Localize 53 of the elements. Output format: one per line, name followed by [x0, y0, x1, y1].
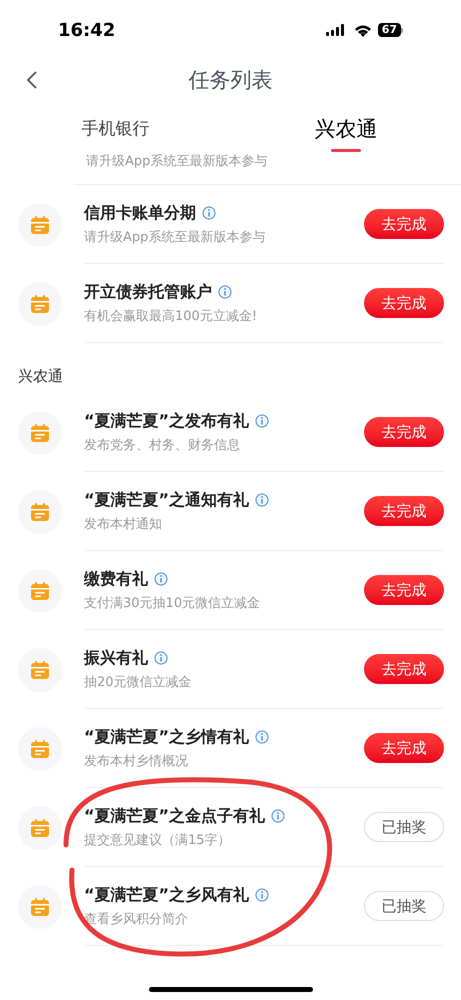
info-icon[interactable]: [271, 808, 286, 823]
task-title: “夏满芒夏”之金点子有礼: [84, 804, 266, 827]
calendar-icon: [30, 738, 50, 758]
task-action-button[interactable]: 去完成: [364, 654, 444, 684]
task-action-button[interactable]: 去完成: [364, 288, 444, 318]
calendar-icon: [30, 896, 50, 916]
task-subtitle: 发布本村通知: [84, 516, 163, 534]
task-subtitle: 发布本村乡情概况: [84, 752, 189, 771]
info-icon[interactable]: [255, 888, 270, 902]
calendar-icon: [30, 818, 50, 838]
calendar-icon: [30, 660, 50, 680]
task-title: “夏满芒夏”之通知有礼: [84, 488, 250, 511]
task-action-button[interactable]: 去完成: [364, 733, 444, 763]
wifi-icon: [354, 24, 372, 36]
task-action-button[interactable]: 已抽奖: [364, 812, 444, 842]
task-subtitle: 提交意见建议（满15字）: [84, 832, 232, 850]
info-icon[interactable]: [255, 730, 270, 744]
task-subtitle: 发布党务、村务、财务信息: [84, 436, 241, 455]
task-title: 振兴有礼: [84, 646, 148, 669]
task-title: 信用卡账单分期: [84, 202, 196, 224]
calendar-icon: [30, 214, 50, 234]
page-title: 任务列表: [188, 67, 272, 94]
calendar-icon: [30, 422, 50, 442]
task-action-button[interactable]: 去完成: [364, 496, 444, 526]
chevron-left-icon: [26, 70, 38, 90]
section-header: 兴农通: [18, 366, 63, 387]
calendar-icon: [30, 294, 50, 314]
task-action-button[interactable]: 已抽奖: [364, 891, 444, 921]
task-subtitle: 请升级App系统至最新版本参与: [86, 154, 268, 170]
info-icon[interactable]: [202, 206, 216, 220]
info-icon[interactable]: [154, 650, 168, 665]
task-action-button[interactable]: 去完成: [364, 575, 444, 605]
calendar-icon: [30, 580, 50, 600]
calendar-icon: [30, 502, 50, 522]
task-subtitle: 支付满30元抽10元微信立减金: [84, 594, 262, 613]
status-time: 16:42: [58, 18, 116, 42]
task-title: “夏满芒夏”之发布有礼: [84, 410, 250, 432]
task-title: 开立债券托管账户: [84, 280, 212, 303]
info-icon[interactable]: [255, 492, 270, 507]
task-subtitle: 请升级App系统至最新版本参与: [84, 228, 266, 247]
info-icon[interactable]: [154, 572, 168, 586]
task-action-button[interactable]: 去完成: [364, 209, 444, 239]
task-subtitle: 抽20元微信立减金: [84, 674, 193, 692]
tab[interactable]: 兴农通: [230, 110, 461, 154]
task-subtitle: 有机会赢取最高100元立减金!: [84, 308, 258, 326]
tab[interactable]: 手机银行: [0, 110, 230, 154]
info-icon[interactable]: [255, 414, 270, 428]
task-action-button[interactable]: 去完成: [364, 417, 444, 447]
info-icon[interactable]: [218, 284, 232, 299]
battery-icon: 67: [378, 23, 403, 37]
task-title: “夏满芒夏”之乡情有礼: [84, 726, 250, 748]
task-title: 缴费有礼: [84, 568, 148, 590]
task-title: “夏满芒夏”之乡风有礼: [84, 884, 250, 906]
